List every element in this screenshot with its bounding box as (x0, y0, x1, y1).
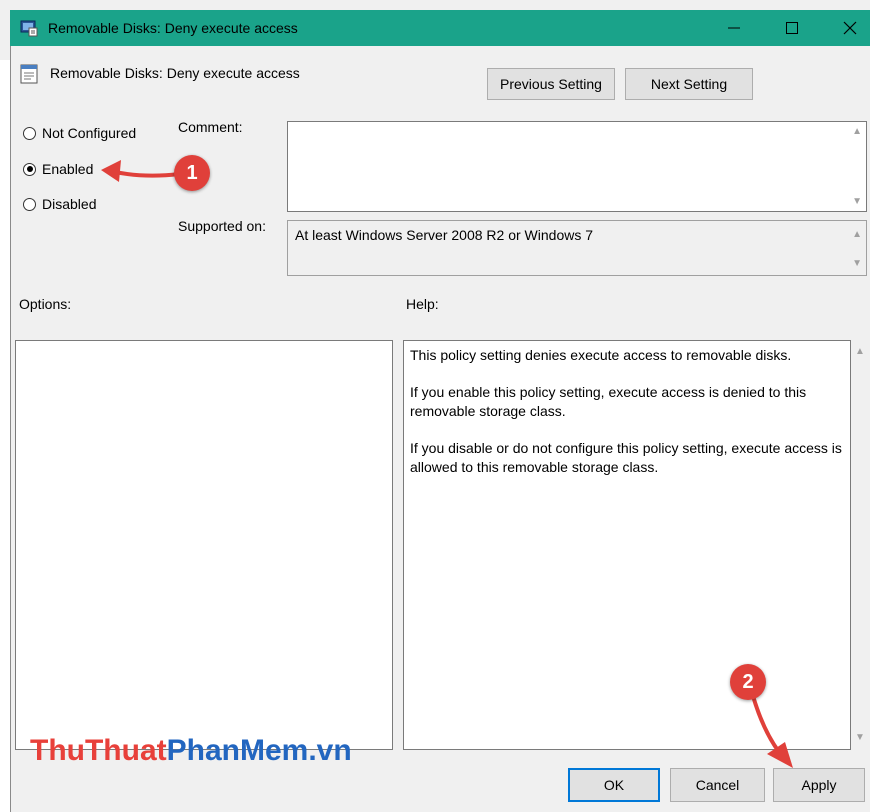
radio-enabled[interactable]: Enabled (23, 161, 93, 177)
scroll-down-icon[interactable]: ▼ (852, 196, 862, 207)
radio-label: Enabled (42, 161, 94, 177)
scroll-up-icon[interactable]: ▲ (852, 126, 862, 137)
watermark-logo: ThuThuatPhanMem.vn (30, 733, 352, 773)
radio-label: Disabled (42, 196, 97, 212)
annotation-badge-2: 2 (730, 664, 766, 700)
help-panel: This policy setting denies execute acces… (403, 340, 851, 750)
comment-textarea[interactable]: ▲ ▼ (287, 121, 867, 212)
cancel-button[interactable]: Cancel (670, 768, 765, 802)
scroll-down-icon[interactable]: ▼ (852, 258, 862, 269)
ok-button[interactable]: OK (568, 768, 660, 802)
watermark-part-1: ThuThuat (30, 734, 167, 767)
minimize-icon[interactable] (722, 18, 746, 38)
radio-label: Not Configured (42, 125, 137, 141)
scroll-up-icon[interactable]: ▲ (855, 346, 865, 357)
setting-name: Removable Disks: Deny execute access (50, 65, 300, 81)
radio-button[interactable] (23, 197, 36, 211)
help-label: Help: (406, 296, 439, 312)
radio-button-selected[interactable] (23, 162, 36, 176)
scroll-up-icon[interactable]: ▲ (852, 229, 862, 240)
title-bar[interactable]: Removable Disks: Deny execute access (10, 10, 870, 46)
supported-on-label: Supported on: (178, 218, 266, 234)
radio-not-configured[interactable]: Not Configured (23, 125, 136, 141)
app-icon (20, 19, 38, 40)
watermark-part-2: PhanMem (166, 734, 309, 767)
annotation-arrow-2 (751, 694, 793, 768)
help-paragraph: If you enable this policy setting, execu… (410, 384, 807, 419)
supported-on-field: At least Windows Server 2008 R2 or Windo… (287, 220, 867, 276)
window-title: Removable Disks: Deny execute access (48, 20, 298, 36)
apply-button[interactable]: Apply (773, 768, 865, 802)
annotation-badge-1: 1 (174, 155, 210, 191)
help-paragraph: If you disable or do not configure this … (410, 440, 842, 475)
maximize-icon[interactable] (780, 18, 804, 38)
watermark-part-3: .vn (308, 734, 352, 767)
comment-label: Comment: (178, 119, 243, 135)
help-scrollbar[interactable]: ▲ ▼ (851, 340, 868, 750)
close-icon[interactable] (838, 18, 862, 38)
scroll-down-icon[interactable]: ▼ (855, 732, 865, 743)
supported-on-value: At least Windows Server 2008 R2 or Windo… (295, 227, 594, 243)
help-paragraph: This policy setting denies execute acces… (410, 347, 792, 363)
previous-setting-button[interactable]: Previous Setting (487, 68, 615, 100)
options-label: Options: (19, 296, 72, 312)
radio-button[interactable] (23, 126, 36, 140)
radio-disabled[interactable]: Disabled (23, 196, 96, 212)
options-panel (15, 340, 393, 750)
next-setting-button[interactable]: Next Setting (625, 68, 753, 100)
policy-icon (20, 64, 38, 87)
